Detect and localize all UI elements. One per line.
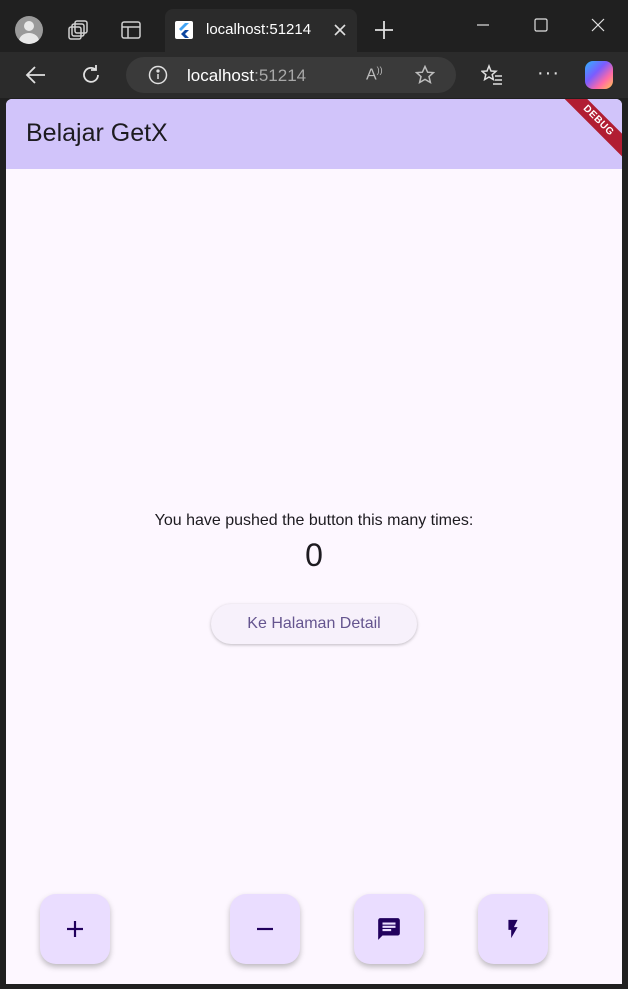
close-tab-icon[interactable]	[333, 23, 347, 37]
browser-tab-bar: localhost:51214	[0, 0, 628, 52]
app-title: Belajar GetX	[26, 119, 168, 147]
active-tab[interactable]: localhost:51214	[165, 9, 357, 52]
more-options-icon[interactable]: ···	[537, 62, 560, 85]
app-bar: Belajar GetX	[6, 99, 622, 169]
minus-icon	[257, 927, 273, 931]
read-aloud-icon[interactable]: A))	[366, 65, 383, 84]
favorite-star-icon[interactable]	[415, 65, 435, 85]
address-bar[interactable]: localhost:51214 A))	[126, 57, 456, 93]
flash-icon	[508, 919, 518, 939]
close-window-icon[interactable]	[591, 18, 605, 32]
flutter-favicon-icon	[175, 21, 193, 39]
profile-avatar-icon[interactable]	[15, 16, 43, 44]
tab-actions-icon[interactable]	[121, 20, 141, 40]
counter-value: 0	[305, 537, 323, 573]
new-tab-icon[interactable]	[373, 19, 395, 41]
maximize-icon[interactable]	[534, 18, 548, 32]
favorites-icon[interactable]	[481, 64, 503, 86]
minimize-icon[interactable]	[476, 18, 490, 32]
tab-title: localhost:51214	[206, 21, 312, 38]
back-icon[interactable]	[25, 64, 47, 86]
browser-toolbar: localhost:51214 A)) ···	[0, 52, 628, 98]
url-text[interactable]: localhost:51214	[187, 66, 306, 86]
message-button[interactable]	[354, 894, 424, 964]
message-icon	[378, 918, 400, 940]
window-bottom-border	[0, 984, 628, 989]
increment-button[interactable]	[40, 894, 110, 964]
copilot-icon[interactable]	[585, 61, 613, 89]
detail-page-button[interactable]: Ke Halaman Detail	[211, 604, 417, 644]
decrement-button[interactable]	[230, 894, 300, 964]
flash-button[interactable]	[478, 894, 548, 964]
refresh-icon[interactable]	[80, 64, 102, 86]
counter-message: You have pushed the button this many tim…	[154, 512, 474, 529]
app-viewport: Belajar GetX DEBUG You have pushed the b…	[6, 99, 622, 984]
plus-icon	[67, 921, 83, 937]
workspaces-icon[interactable]	[68, 19, 90, 41]
site-info-icon[interactable]	[148, 65, 168, 85]
